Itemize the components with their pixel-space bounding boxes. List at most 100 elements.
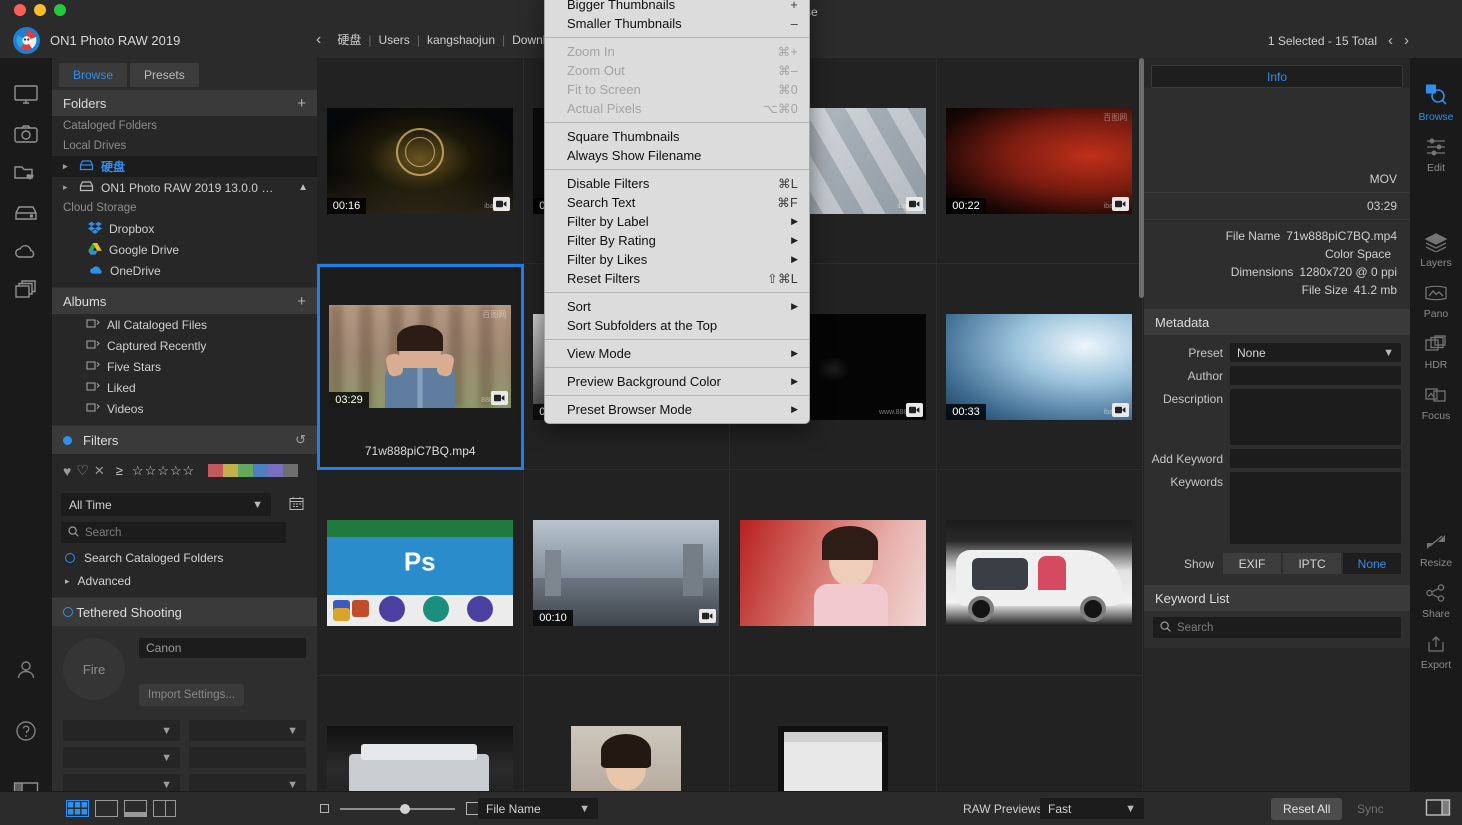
rating-prefix[interactable]: ≥ <box>116 463 123 478</box>
view-context-menu[interactable]: Bigger Thumbnails + Smaller Thumbnails –… <box>544 0 810 424</box>
menu-item-always-show-filename[interactable]: Always Show Filename <box>545 146 809 165</box>
layers-stack-icon[interactable] <box>13 279 39 304</box>
heart-filled-icon[interactable]: ♥ <box>63 463 71 479</box>
advanced-row[interactable]: ▸ Advanced <box>52 565 317 597</box>
metadata-description-input[interactable] <box>1230 389 1401 445</box>
star-outline-icon[interactable]: ☆ <box>132 463 144 479</box>
tab-presets[interactable]: Presets <box>130 63 199 87</box>
menu-item-preset-browser-mode[interactable]: Preset Browser Mode ▶ <box>545 400 809 419</box>
module-browse[interactable]: Browse <box>1418 82 1454 123</box>
show-none-button[interactable]: None <box>1343 553 1401 574</box>
eject-icon[interactable]: ▲ <box>298 182 308 193</box>
chevron-right-icon[interactable]: ▸ <box>63 182 72 193</box>
grid-view-icon[interactable] <box>66 800 89 817</box>
heart-outline-icon[interactable]: ♡ <box>76 462 89 479</box>
keyword-list-header[interactable]: Keyword List <box>1144 584 1410 611</box>
module-resize[interactable]: Resize <box>1420 532 1452 569</box>
tether-select[interactable]: ▼ <box>63 747 180 768</box>
thumbnail-cell[interactable]: 00:33 ibaotu.c <box>936 264 1143 470</box>
metadata-author-row[interactable]: Author <box>1144 364 1410 387</box>
album-item[interactable]: Captured Recently <box>52 335 317 356</box>
albums-section-header[interactable]: Albums + <box>52 287 317 314</box>
camera-icon[interactable] <box>13 123 39 148</box>
metadata-keywords-row[interactable]: Keywords <box>1144 470 1410 546</box>
close-window-button[interactable] <box>14 4 26 16</box>
tether-select[interactable]: ▼ <box>189 774 306 791</box>
import-settings-button[interactable]: Import Settings... <box>139 684 244 706</box>
rating-stars[interactable]: ☆ ☆ ☆ ☆ ☆ <box>132 463 194 479</box>
menu-item-filter-by-label[interactable]: Filter by Label ▶ <box>545 212 809 231</box>
swatch-blue[interactable] <box>253 464 269 477</box>
album-item[interactable]: Five Stars <box>52 356 317 377</box>
prev-image-icon[interactable]: ‹ <box>1388 33 1393 48</box>
metadata-preset-select[interactable]: None ▼ <box>1230 343 1401 362</box>
menu-item-filter-by-likes[interactable]: Filter by Likes ▶ <box>545 250 809 269</box>
metadata-section-header[interactable]: Metadata <box>1144 308 1410 335</box>
calendar-icon[interactable] <box>289 496 304 514</box>
tethered-shooting-header[interactable]: Tethered Shooting <box>52 597 317 626</box>
show-iptc-button[interactable]: IPTC <box>1283 553 1341 574</box>
user-icon[interactable] <box>15 659 37 684</box>
color-label-swatches[interactable] <box>208 464 299 477</box>
x-icon[interactable]: ✕ <box>94 463 105 479</box>
radio-empty-icon[interactable] <box>65 553 75 563</box>
star-outline-icon[interactable]: ☆ <box>170 463 182 479</box>
chevron-down-icon[interactable]: ▼ <box>579 803 590 815</box>
drive-item-hard-disk[interactable]: ▸ 硬盘 <box>52 156 317 177</box>
module-share[interactable]: Share <box>1422 583 1450 620</box>
cloud-item-google-drive[interactable]: Google Drive <box>52 239 317 260</box>
menu-item-preview-background-color[interactable]: Preview Background Color ▶ <box>545 372 809 391</box>
info-tab[interactable]: Info <box>1151 65 1403 88</box>
album-item[interactable]: All Cataloged Files <box>52 314 317 335</box>
drive-item-on1-volume[interactable]: ▸ ON1 Photo RAW 2019 13.0.0 拉普... ▲ <box>52 177 317 198</box>
breadcrumb-segment[interactable]: 硬盘 <box>330 31 368 48</box>
chevron-down-icon[interactable]: ▼ <box>161 752 172 764</box>
menu-item-bigger-thumbnails[interactable]: Bigger Thumbnails + <box>545 0 809 14</box>
module-export[interactable]: Export <box>1421 634 1451 671</box>
tab-browse[interactable]: Browse <box>59 63 128 87</box>
folders-section-header[interactable]: Folders + <box>52 89 317 116</box>
menu-item-smaller-thumbnails[interactable]: Smaller Thumbnails – <box>545 14 809 33</box>
tether-select[interactable]: ▼ <box>63 720 180 741</box>
menu-item-sort[interactable]: Sort ▶ <box>545 297 809 316</box>
thumbnail-cell[interactable]: 00:16 ibaotu.c <box>317 58 524 264</box>
menu-item-sort-subfolders-top[interactable]: Sort Subfolders at the Top <box>545 316 809 335</box>
menu-item-square-thumbnails[interactable]: Square Thumbnails <box>545 127 809 146</box>
time-filter-select[interactable]: All Time ▼ <box>61 493 271 516</box>
single-view-icon[interactable] <box>95 800 118 817</box>
module-layers[interactable]: Layers <box>1420 232 1452 269</box>
filter-search-box[interactable] <box>61 522 286 543</box>
search-cataloged-option[interactable]: Search Cataloged Folders <box>52 543 317 565</box>
metadata-add-keyword-row[interactable]: Add Keyword <box>1144 447 1410 470</box>
metadata-preset-row[interactable]: Preset None ▼ <box>1144 341 1410 364</box>
fire-button[interactable]: Fire <box>63 638 125 700</box>
radio-empty-icon[interactable] <box>63 606 73 617</box>
swatch-green[interactable] <box>238 464 254 477</box>
chevron-down-icon[interactable]: ▼ <box>1383 347 1394 359</box>
breadcrumb-segment[interactable]: kangshaojun <box>420 33 502 47</box>
metadata-author-input[interactable] <box>1230 366 1401 385</box>
slider-knob[interactable] <box>400 803 410 814</box>
filters-section-header[interactable]: Filters ↺ <box>52 425 317 454</box>
minimize-window-button[interactable] <box>34 4 46 16</box>
chevron-down-icon[interactable]: ▼ <box>287 779 298 791</box>
menu-item-view-mode[interactable]: View Mode ▶ <box>545 344 809 363</box>
window-controls[interactable] <box>14 4 66 16</box>
monitor-icon[interactable] <box>13 84 39 109</box>
cloud-icon[interactable] <box>13 240 39 265</box>
maximize-window-button[interactable] <box>54 4 66 16</box>
plus-icon[interactable]: + <box>297 95 306 112</box>
tether-select[interactable] <box>189 747 306 768</box>
thumbnail-cell[interactable]: Ps <box>317 470 524 676</box>
next-image-icon[interactable]: › <box>1404 33 1409 48</box>
thumbnail-cell[interactable] <box>317 676 524 791</box>
tether-select[interactable]: ▼ <box>189 720 306 741</box>
chevron-right-icon[interactable]: ▸ <box>63 161 72 172</box>
thumbnail-cell[interactable] <box>523 676 730 791</box>
star-outline-icon[interactable]: ☆ <box>183 463 195 479</box>
menu-item-search-text[interactable]: Search Text ⌘F <box>545 193 809 212</box>
breadcrumb-segment[interactable]: Users <box>371 33 416 47</box>
panel-toggle-icon[interactable] <box>1425 798 1451 820</box>
module-focus[interactable]: Focus <box>1422 385 1450 422</box>
tether-select[interactable]: ▼ <box>63 774 180 791</box>
